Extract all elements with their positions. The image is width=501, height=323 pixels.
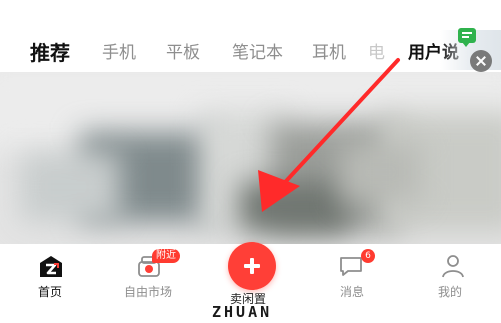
message-icon[interactable]: [458, 28, 476, 43]
nav-label-market[interactable]: 自由市场: [124, 283, 172, 300]
message-nav-icon[interactable]: [338, 254, 364, 278]
tab-partial[interactable]: 电: [368, 42, 385, 64]
nearby-badge: 附近: [152, 249, 180, 263]
watermark: ZHUAN: [212, 303, 273, 321]
nav-label-home[interactable]: 首页: [38, 283, 62, 300]
nav-label-messages[interactable]: 消息: [340, 283, 364, 300]
category-tab-bar: 推荐 手机 平板 笔记本 耳机 电 用户说: [0, 0, 501, 72]
tab-tablet[interactable]: 平板: [166, 42, 200, 64]
tab-laptop[interactable]: 笔记本: [232, 42, 283, 64]
tab-earphone[interactable]: 耳机: [312, 42, 346, 64]
tab-recommend[interactable]: 推荐: [30, 40, 70, 66]
tab-phone[interactable]: 手机: [102, 42, 136, 64]
home-icon[interactable]: [38, 253, 64, 279]
close-icon[interactable]: [470, 50, 492, 72]
profile-icon[interactable]: [440, 253, 466, 279]
nav-label-me[interactable]: 我的: [438, 283, 462, 300]
blurred-content-area: [0, 72, 501, 244]
sell-idle-plus-button[interactable]: [228, 242, 276, 290]
message-count-badge: 6: [361, 249, 375, 263]
message-icon-tail: [462, 42, 470, 47]
